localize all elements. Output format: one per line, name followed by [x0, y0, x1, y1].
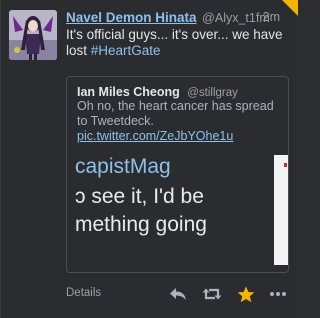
favorite-button[interactable] [235, 284, 257, 304]
quoted-media-image[interactable]: capistMag ɔ see it, I'd be mething going [67, 147, 288, 272]
quoted-media-link[interactable]: pic.twitter.com/ZeJbYOhe1u [77, 129, 233, 143]
media-red-mark [284, 163, 287, 167]
more-button[interactable] [267, 284, 289, 304]
retweet-icon [202, 288, 222, 300]
more-icon [270, 292, 286, 296]
quoted-tweet-text: Oh no, the heart cancer has spread to Tw… [77, 99, 274, 128]
timestamp[interactable]: 2m [263, 10, 280, 24]
display-name[interactable]: Navel Demon Hinata [66, 10, 197, 25]
tweet-card[interactable]: Navel Demon Hinata @Alyx_t1fm 2m It's of… [0, 0, 298, 318]
tweet-actions: Details [1, 284, 299, 304]
retweet-button[interactable] [201, 284, 223, 304]
star-icon [237, 286, 255, 302]
tweet-header: Navel Demon Hinata @Alyx_t1fm 2m [66, 10, 290, 25]
user-handle[interactable]: @Alyx_t1fm [202, 11, 270, 25]
quoted-tweet[interactable]: Ian Miles Cheong @stillgray Oh no, the h… [66, 76, 289, 273]
media-text-line: mething going [75, 213, 207, 236]
media-text-line: capistMag [75, 155, 171, 178]
details-link[interactable]: Details [66, 287, 101, 299]
media-white-strip [274, 155, 288, 265]
tweet-text: It's official guys... it's over... we ha… [66, 27, 286, 59]
quoted-user-handle[interactable]: @stillgray [187, 87, 238, 99]
quoted-display-name[interactable]: Ian Miles Cheong [77, 85, 180, 99]
reply-icon [170, 288, 186, 300]
hashtag-link[interactable]: #HeartGate [91, 43, 161, 58]
avatar-image [9, 10, 57, 60]
avatar[interactable] [9, 10, 57, 60]
media-text-line: ɔ see it, I'd be [75, 185, 204, 208]
reply-button[interactable] [167, 284, 189, 304]
